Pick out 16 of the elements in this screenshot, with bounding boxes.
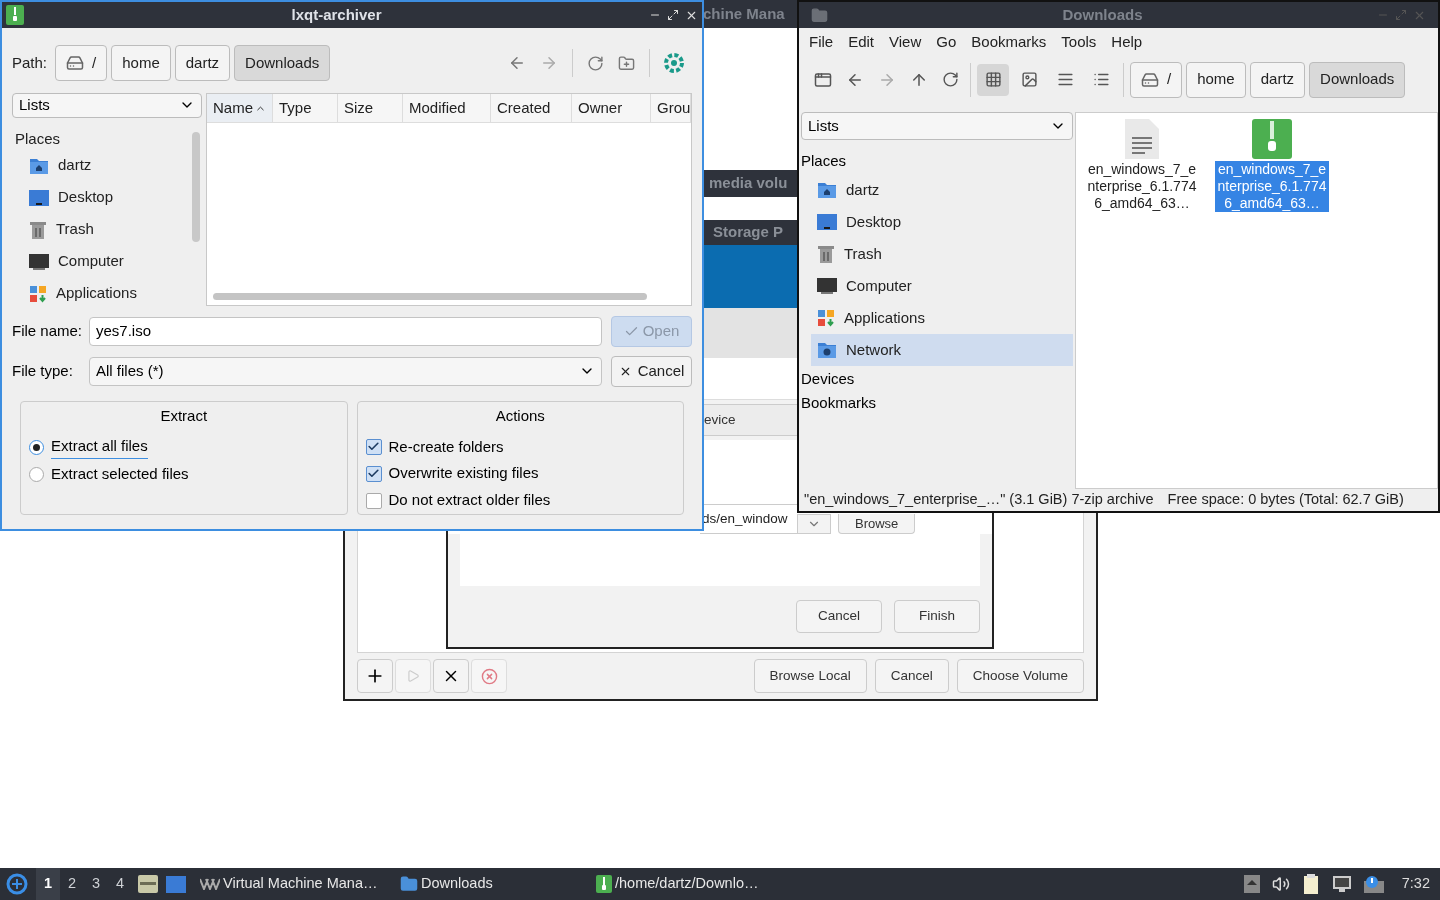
file-name-label: File name: bbox=[12, 320, 80, 341]
file-type-label: File type: bbox=[12, 360, 74, 381]
places-heading: Places bbox=[801, 151, 848, 172]
window-title: Downloads bbox=[1061, 4, 1144, 25]
window-title: chine Mana bbox=[703, 3, 785, 24]
file-name: en_windows_7_enterprise_6.1.7746_amd64_63… bbox=[1215, 161, 1329, 213]
free-space-text: Free space: 0 bytes (Total: 62.7 GiB) bbox=[1167, 490, 1404, 510]
group-title: Actions bbox=[494, 406, 546, 426]
path-label: Path: bbox=[12, 52, 48, 73]
file-name: en_windows_7_enterprise_6.1.7746_amd64_63… bbox=[1086, 161, 1198, 213]
window-title: lxqt-archiver bbox=[290, 4, 383, 25]
window-title: Storage P bbox=[713, 222, 784, 243]
places-heading: Places bbox=[14, 128, 62, 149]
group-title: Extract bbox=[159, 406, 209, 426]
window-title: media volu bbox=[709, 173, 788, 194]
status-text: "en_windows_7_enterprise_…" (3.1 GiB) 7-zip archive bbox=[804, 490, 1154, 510]
